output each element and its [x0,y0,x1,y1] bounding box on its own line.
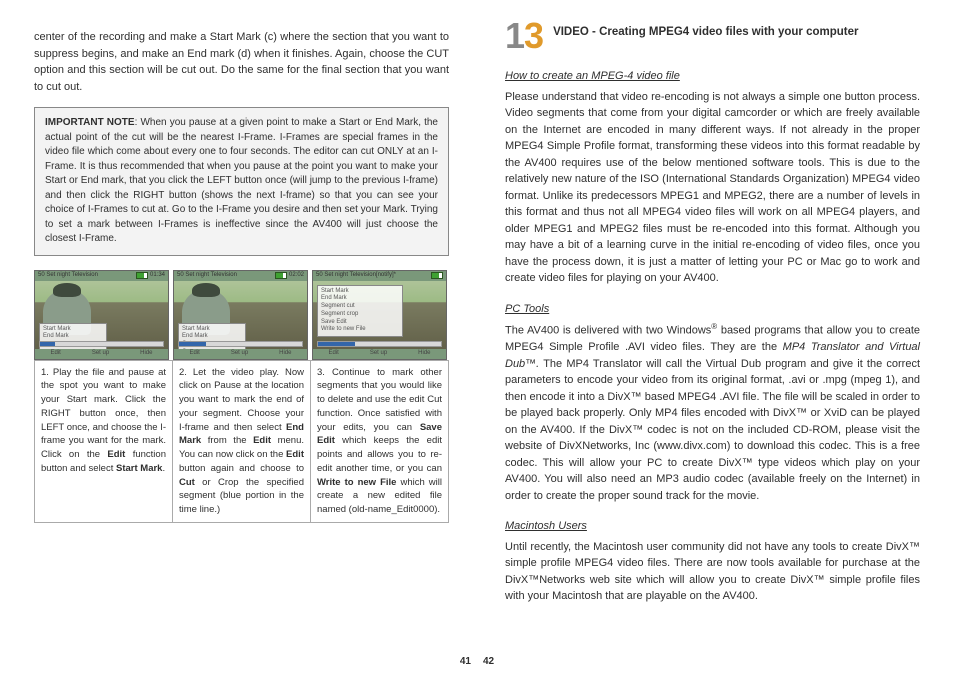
page-spread: center of the recording and make a Start… [0,0,954,675]
thumb2-progress [178,341,303,347]
paragraph-1: Please understand that video re-encoding… [505,89,920,287]
page-number-left: 41 [460,654,471,669]
chapter-number: 13 [505,18,543,54]
step-1: 1. Play the file and pause at the spot y… [35,361,173,523]
thumbnail-2: 50 Set night Television 02:02 Start Mark… [173,270,308,360]
thumb2-bottombar: Edit Set up Hide [174,349,307,359]
paragraph-3: Until recently, the Macintosh user commu… [505,539,920,605]
thumb2-topbar: 50 Set night Television 02:02 [174,271,307,281]
note-body: : When you pause at a given point to mak… [45,117,438,244]
chapter-title: VIDEO - Creating MPEG4 video files with … [553,24,858,41]
steps-row: 1. Play the file and pause at the spot y… [34,360,449,523]
battery-icon: 02:02 [275,271,304,280]
thumb3-menu: Start Mark End Mark Segment cut Segment … [317,285,403,338]
battery-icon [431,272,443,279]
page-left: center of the recording and make a Start… [0,0,477,675]
step-3: 3. Continue to mark other segments that … [311,361,449,523]
thumb1-menu: Start Mark End Mark — [39,323,107,352]
thumb1-bottombar: Edit Set up Hide [35,349,168,359]
battery-icon: 01:34 [136,271,165,280]
thumb1-title: 50 Set night Television [38,271,98,280]
thumbnail-3: 50 Set night Television[notify]* Start M… [312,270,447,360]
step-2: 2. Let the video play. Now click on Paus… [173,361,311,523]
thumb1-progress [39,341,164,347]
thumb2-title: 50 Set night Television [177,271,237,280]
subhead-2: PC Tools [505,301,920,318]
paragraph-2: The AV400 is delivered with two Windows®… [505,321,920,504]
thumbnail-row: 50 Set night Television 01:34 Start Mark… [34,270,449,360]
note-label: IMPORTANT NOTE [45,117,135,128]
thumb1-topbar: 50 Set night Television 01:34 [35,271,168,281]
page-right: 13 VIDEO - Creating MPEG4 video files wi… [477,0,954,675]
thumb3-progress [317,341,442,347]
important-note-box: IMPORTANT NOTE: When you pause at a give… [34,107,449,256]
page-number-right: 42 [483,654,494,669]
subhead-3: Macintosh Users [505,518,920,535]
thumb3-topbar: 50 Set night Television[notify]* [313,271,446,281]
intro-paragraph: center of the recording and make a Start… [34,29,449,95]
thumb3-bottombar: Edit Set up Hide [313,349,446,359]
subhead-1: How to create an MPEG-4 video file [505,68,920,85]
chapter-header: 13 VIDEO - Creating MPEG4 video files wi… [505,18,920,54]
thumbnail-1: 50 Set night Television 01:34 Start Mark… [34,270,169,360]
thumb3-title: 50 Set night Television[notify]* [316,271,396,280]
